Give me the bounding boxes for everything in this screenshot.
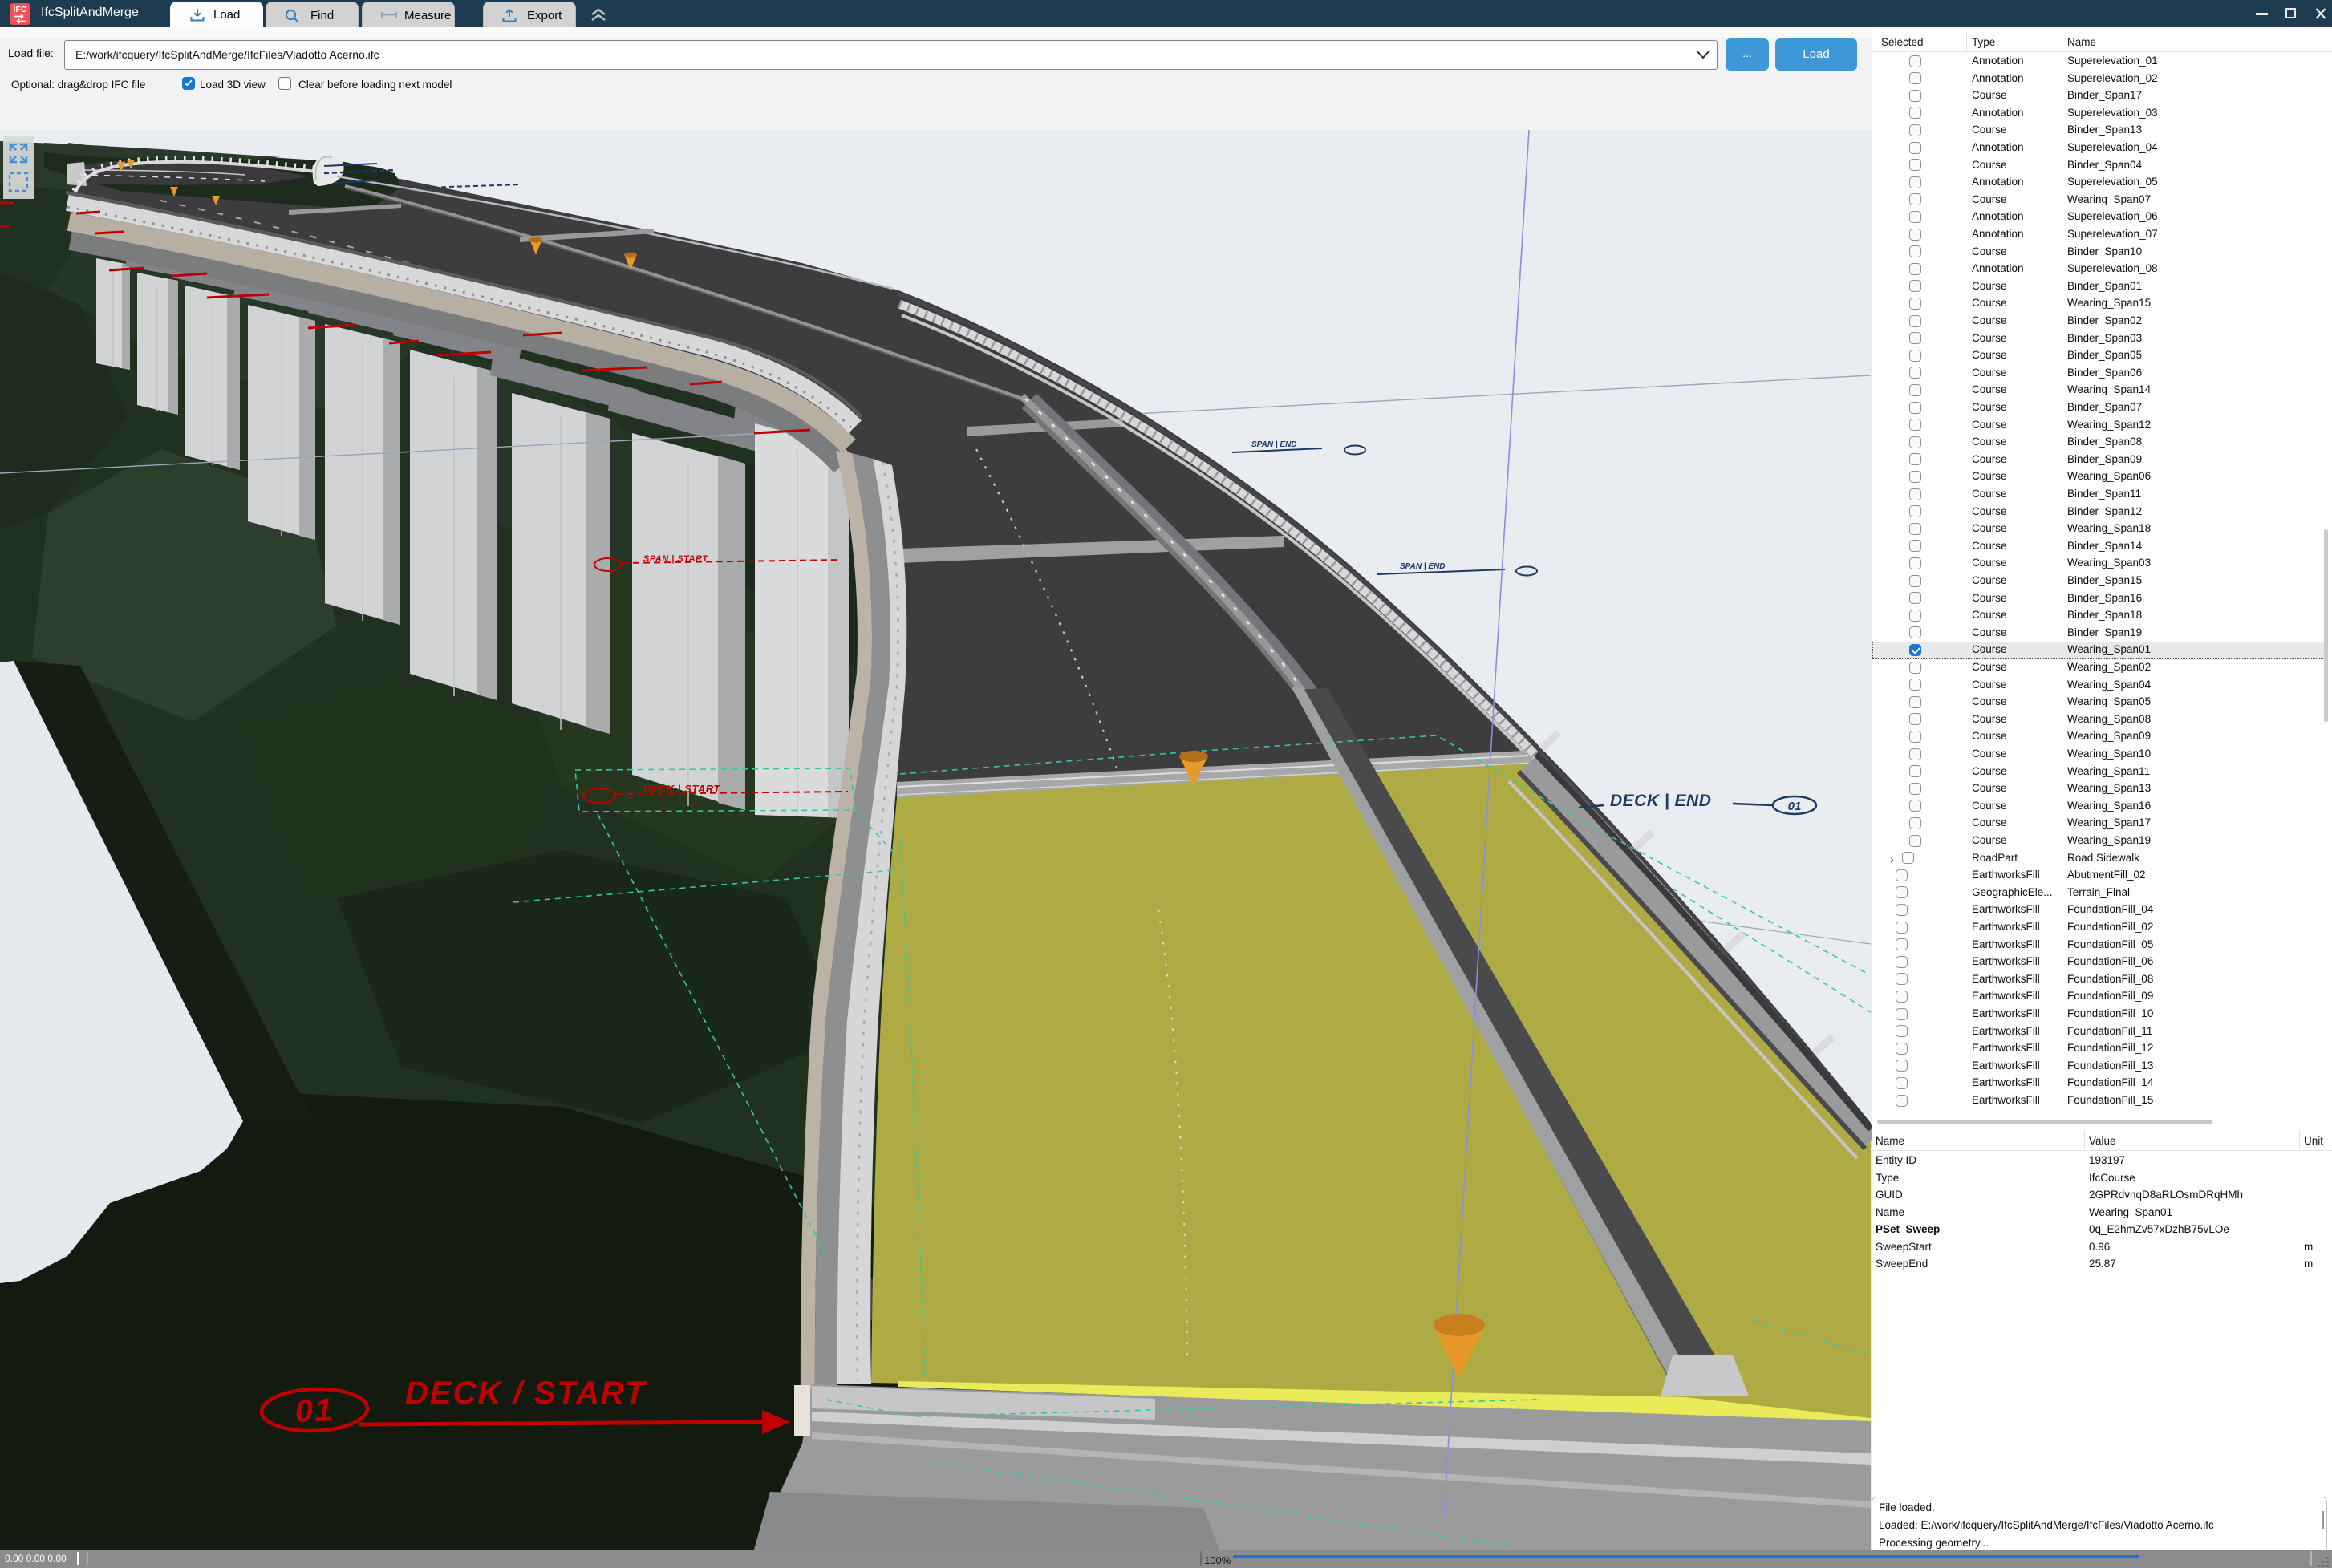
- svg-text:SPAN | END: SPAN | END: [1251, 440, 1297, 449]
- svg-text:IFC: IFC: [14, 5, 27, 14]
- svg-text:01: 01: [1788, 800, 1802, 813]
- svg-text:DECK | END: DECK | END: [1610, 792, 1711, 810]
- svg-text:DECK / START: DECK / START: [405, 1376, 647, 1411]
- svg-text:SPAN | START: SPAN | START: [643, 554, 708, 564]
- svg-text:01: 01: [294, 1392, 335, 1429]
- svg-text:SPAN | END: SPAN | END: [1400, 562, 1446, 571]
- svg-text:DECK | START: DECK | START: [643, 783, 720, 795]
